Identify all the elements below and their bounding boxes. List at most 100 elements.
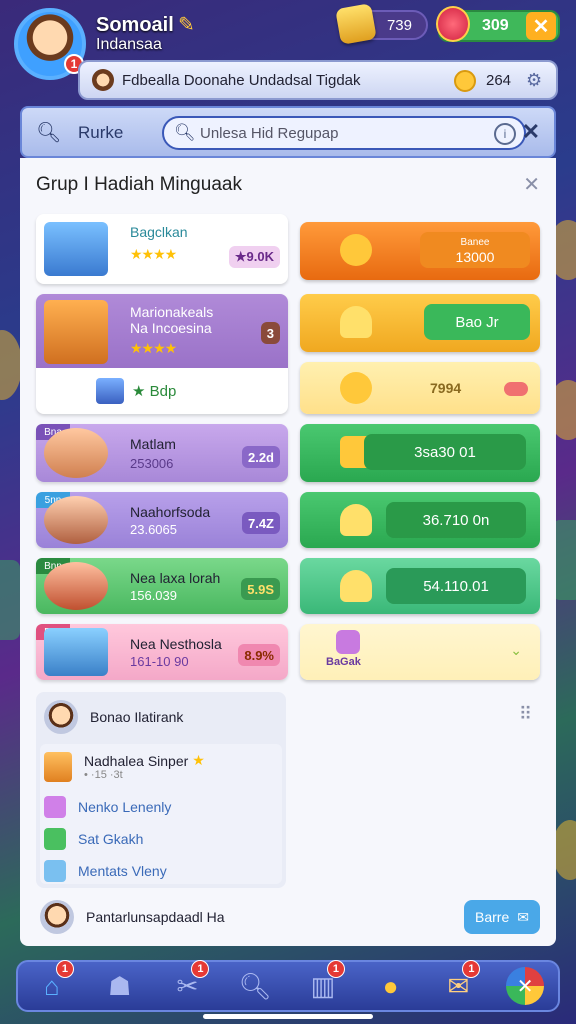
player-avatar[interactable]: 1: [14, 8, 86, 80]
reward-value-pill: Banee 13000: [420, 232, 530, 268]
card-subtitle: 161-10 90: [130, 654, 189, 669]
reward-value: 13000: [455, 249, 495, 265]
home-indicator: [203, 1014, 373, 1019]
trophy-icon: [340, 306, 372, 338]
card-title: Nea Nesthosla: [130, 636, 222, 652]
trophy-icon: [340, 504, 372, 536]
nav-badge: 1: [462, 960, 481, 978]
footer-text: Pantarlunsapdaadl Ha: [86, 909, 225, 925]
reward-card[interactable]: 5nn Naahorfsoda 23.6065 7.4Z: [36, 492, 288, 548]
card-title: Nea laxa lorah: [130, 570, 221, 586]
list-item[interactable]: Sat Gkakh: [44, 828, 143, 850]
gem-bag-icon: [436, 6, 470, 42]
detail-header: Bonao Ilatirank: [44, 700, 183, 734]
trophy-icon: [340, 234, 372, 266]
reward-value-pill: 54.110.01: [386, 568, 526, 604]
footer-button-label: Barre: [475, 909, 510, 925]
nav-mail-icon[interactable]: ✉ 1: [438, 960, 481, 1006]
avatar: [40, 900, 74, 934]
footer-row: Pantarlunsapdaadl Ha: [40, 900, 225, 934]
card-title: Bagclkan: [130, 224, 188, 240]
card-title: Naahorfsoda: [130, 504, 211, 520]
edit-name-pencil-icon[interactable]: ✎: [178, 12, 195, 37]
list-item-label: Nenko Lenenly: [78, 799, 172, 815]
reward-card[interactable]: Bnn Nea laxa lorah 156.039 5.9S: [36, 558, 288, 614]
reward-value-pill: Bao Jr: [424, 304, 530, 340]
grid-menu-icon[interactable]: ⠿: [519, 704, 532, 725]
nav-home-icon[interactable]: ⌂ 1: [32, 960, 74, 1006]
nav-tools-icon[interactable]: ✂ 1: [167, 960, 210, 1006]
search-input[interactable]: 🔍︎ Unlesa Hid Regupap i: [162, 116, 526, 150]
star-rating: ★★★★: [130, 246, 177, 262]
detail-list-panel: Bonao Ilatirank Nadhalea Sinper • ·15 ·3…: [36, 692, 286, 888]
reward-value: 7994: [430, 380, 462, 396]
cube-icon: [44, 752, 72, 782]
reward-value: BaGak: [326, 656, 361, 668]
card-title: Matlam: [130, 436, 176, 452]
info-icon[interactable]: i: [494, 123, 516, 145]
list-item-label: Sat Gkakh: [78, 831, 144, 847]
nav-badge: 1: [191, 960, 210, 978]
player-name: Somoail: [96, 14, 174, 36]
panel-title: Grup I Hadiah Minguaak: [36, 174, 242, 195]
nav-badge: 1: [326, 960, 345, 978]
reward-tier-card[interactable]: Bao Jr: [300, 294, 540, 352]
reward-tier-card[interactable]: 36.710 0n: [300, 492, 540, 548]
card-badge: ★9.0K: [228, 246, 280, 268]
card-badge: 2.2d: [241, 446, 280, 468]
news-ticker[interactable]: Fdbealla Doonahe Undadsal Tigdak 264 ⚙: [78, 60, 558, 100]
background-coin: [0, 330, 22, 400]
list-item[interactable]: Nadhalea Sinper • ·15 ·3t ★: [44, 752, 205, 782]
add-gems-close-icon[interactable]: ✕: [526, 12, 556, 40]
gift-box-icon: [336, 630, 360, 654]
chevron-down-icon[interactable]: ⌄: [510, 642, 522, 659]
card-thumbnail: [44, 496, 108, 544]
ticker-settings-icon[interactable]: ⚙: [526, 70, 542, 91]
reward-card[interactable]: Bna Matlam 253006 2.2d: [36, 424, 288, 482]
reward-tier-card[interactable]: 54.110.01: [300, 558, 540, 614]
card-thumbnail: [44, 628, 108, 676]
card-thumbnail: [44, 300, 108, 364]
list-item[interactable]: Nenko Lenenly: [44, 796, 171, 818]
star-rating: ★★★★: [130, 340, 177, 356]
reward-tier-card[interactable]: 3sa30 01: [300, 424, 540, 482]
card-subtitle: 253006: [130, 456, 174, 471]
nav-coins-icon[interactable]: ●: [371, 966, 411, 1006]
top-bar: 1 Somoail ✎ Indansaa 739 309 ✕ Fdbealla …: [0, 0, 576, 105]
footer-action-button[interactable]: Barre ✉: [464, 900, 540, 934]
search-bar-row: 🔍︎ Rurke 🔍︎ Unlesa Hid Regupap i ✕: [20, 106, 556, 158]
nav-close-icon[interactable]: ✕: [506, 967, 545, 1005]
card-thumbnail: [44, 428, 108, 478]
panel-close-icon[interactable]: ✕: [523, 172, 540, 197]
reward-card[interactable]: Marionakeals Na Incoesina ★★★★ 3 ★ Bdp: [36, 294, 288, 414]
nav-profile-icon[interactable]: ☗: [100, 966, 140, 1006]
ticker-value: 264: [486, 72, 512, 89]
list-item-title: Nadhalea Sinper: [84, 753, 189, 769]
star-icon: ★: [192, 751, 205, 768]
ticker-text: Fdbealla Doonahe Undadsal Tigdak: [122, 71, 361, 89]
chest-icon: [340, 372, 372, 404]
reward-chip: [504, 382, 528, 396]
reward-card[interactable]: Bagclkan ★★★★ ★9.0K: [36, 214, 288, 284]
list-item-label: Mentats Vleny: [78, 863, 167, 879]
nav-search-icon[interactable]: 🔍︎: [235, 966, 275, 1006]
nav-shop-icon[interactable]: ▥ 1: [303, 960, 345, 1006]
reward-tier-card[interactable]: 7994: [300, 362, 540, 414]
search-label: Rurke: [78, 123, 124, 142]
gift-box-icon: [44, 860, 66, 882]
gift-icon: ✉: [517, 908, 529, 925]
close-search-icon[interactable]: ✕: [522, 119, 540, 145]
list-item[interactable]: Mentats Vleny: [44, 860, 167, 882]
weekly-reward-panel: Grup I Hadiah Minguaak ✕ Bagclkan ★★★★ ★…: [20, 158, 556, 946]
card-badge: 8.9%: [238, 644, 280, 666]
reward-tier-card[interactable]: BaGak ⌄: [300, 624, 540, 680]
avatar: [44, 700, 78, 734]
detail-name: Bonao Ilatirank: [90, 709, 184, 725]
card-thumbnail: [44, 562, 108, 610]
reward-card[interactable]: Bnn Nea Nesthosla 161-10 90 8.9%: [36, 624, 288, 680]
search-icon[interactable]: 🔍︎: [36, 120, 61, 145]
card-thumbnail: [44, 222, 108, 276]
reward-tier-card[interactable]: Banee 13000: [300, 222, 540, 280]
reward-value-pill: 36.710 0n: [386, 502, 526, 538]
search-input-icon: 🔍︎: [174, 123, 196, 142]
